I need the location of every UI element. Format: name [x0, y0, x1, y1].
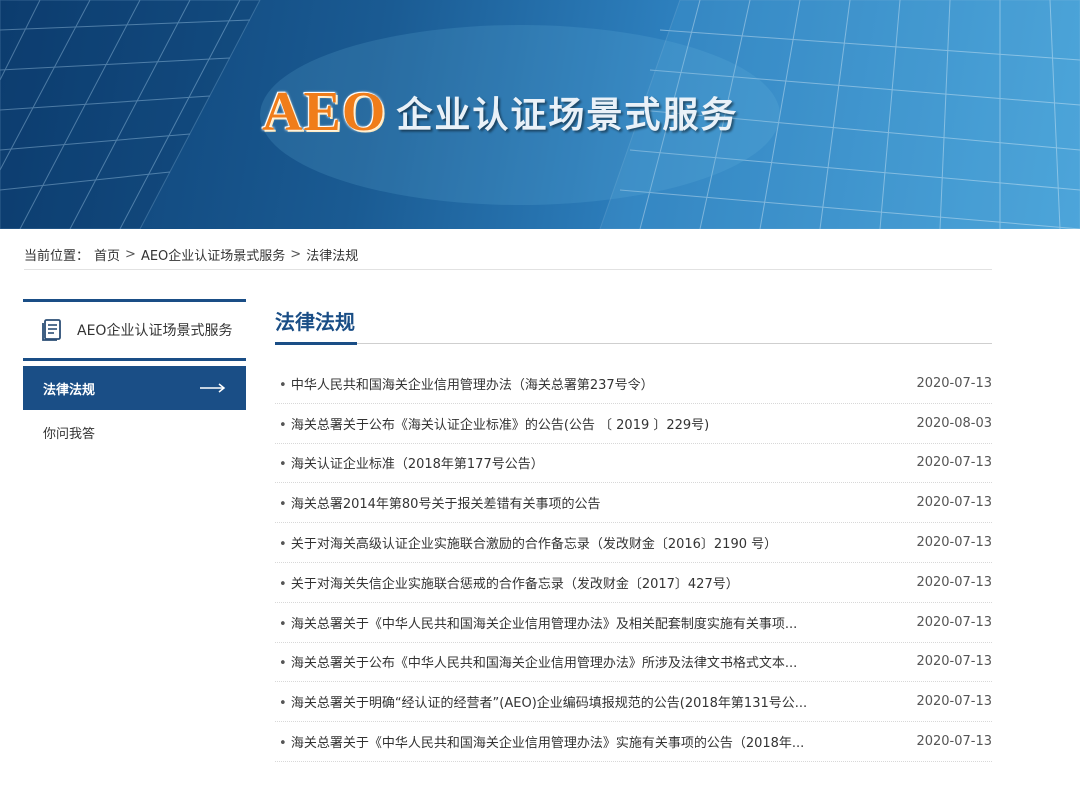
list-item-title[interactable]: 海关总署关于公布《中华人民共和国海关企业信用管理办法》所涉及法律文书格式文本..… — [275, 652, 797, 671]
list-item-date: 2020-07-13 — [916, 694, 992, 710]
sidebar-item-label: 你问我答 — [43, 426, 96, 442]
list-item-title[interactable]: 关于对海关高级认证企业实施联合激励的合作备忘录（发改财金〔2016〕2190 号… — [275, 533, 777, 552]
article-list: 中华人民共和国海关企业信用管理办法（海关总署第237号令） 2020-07-13… — [275, 364, 992, 762]
list-item-date: 2020-07-13 — [916, 455, 992, 471]
sidebar-item-laws[interactable]: 法律法规 — [23, 366, 246, 410]
list-item[interactable]: 海关总署关于公布《海关认证企业标准》的公告(公告 〔 2019 〕229号) 2… — [275, 404, 992, 444]
breadcrumb-prefix: 当前位置： — [24, 249, 90, 264]
list-item[interactable]: 关于对海关失信企业实施联合惩戒的合作备忘录（发改财金〔2017〕427号） 20… — [275, 563, 992, 603]
breadcrumb-current[interactable]: 法律法规 — [306, 245, 358, 264]
sidebar-title: AEO企业认证场景式服务 — [77, 323, 233, 339]
list-item-date: 2020-07-13 — [916, 535, 992, 551]
list-item-date: 2020-07-13 — [916, 734, 992, 750]
list-item-title[interactable]: 关于对海关失信企业实施联合惩戒的合作备忘录（发改财金〔2017〕427号） — [275, 573, 739, 592]
list-item-date: 2020-07-13 — [916, 654, 992, 670]
arrow-right-icon — [200, 383, 226, 393]
breadcrumb-home-link[interactable]: 首页 — [94, 245, 120, 264]
breadcrumb: 当前位置： 首页 > AEO企业认证场景式服务 > 法律法规 — [24, 240, 992, 270]
list-item-date: 2020-07-13 — [916, 614, 992, 630]
breadcrumb-separator: > — [290, 247, 302, 262]
banner-brand-logo: AEO — [262, 81, 387, 143]
list-item[interactable]: 海关总署关于《中华人民共和国海关企业信用管理办法》实施有关事项的公告（2018年… — [275, 722, 992, 762]
list-item[interactable]: 中华人民共和国海关企业信用管理办法（海关总署第237号令） 2020-07-13 — [275, 364, 992, 404]
list-item[interactable]: 海关总署关于《中华人民共和国海关企业信用管理办法》及相关配套制度实施有关事项..… — [275, 603, 992, 643]
list-item-date: 2020-07-13 — [916, 375, 992, 391]
banner-title: AEO 企业认证场景式服务 — [262, 80, 738, 144]
page-title: 法律法规 — [275, 300, 357, 345]
list-item-title[interactable]: 海关认证企业标准（2018年第177号公告） — [275, 453, 544, 472]
list-item-title[interactable]: 中华人民共和国海关企业信用管理办法（海关总署第237号令） — [275, 374, 654, 393]
list-item-date: 2020-07-13 — [916, 495, 992, 511]
list-item-title[interactable]: 海关总署关于明确“经认证的经营者”(AEO)企业编码填报规范的公告(2018年第… — [275, 692, 807, 711]
list-item-date: 2020-08-03 — [916, 415, 992, 431]
list-item-date: 2020-07-13 — [916, 574, 992, 590]
sidebar-header: AEO企业认证场景式服务 — [23, 299, 246, 361]
sidebar: AEO企业认证场景式服务 法律法规 你问我答 — [23, 299, 246, 454]
list-item-title[interactable]: 海关总署2014年第80号关于报关差错有关事项的公告 — [275, 493, 601, 512]
list-item-title[interactable]: 海关总署关于《中华人民共和国海关企业信用管理办法》及相关配套制度实施有关事项..… — [275, 613, 797, 632]
main-content: 法律法规 中华人民共和国海关企业信用管理办法（海关总署第237号令） 2020-… — [275, 300, 992, 762]
sidebar-item-faq[interactable]: 你问我答 — [23, 410, 246, 454]
breadcrumb-aeo-link[interactable]: AEO企业认证场景式服务 — [141, 245, 285, 264]
list-item[interactable]: 海关总署2014年第80号关于报关差错有关事项的公告 2020-07-13 — [275, 483, 992, 524]
list-item[interactable]: 关于对海关高级认证企业实施联合激励的合作备忘录（发改财金〔2016〕2190 号… — [275, 523, 992, 563]
header-banner: AEO 企业认证场景式服务 — [0, 0, 1080, 229]
list-item[interactable]: 海关总署关于明确“经认证的经营者”(AEO)企业编码填报规范的公告(2018年第… — [275, 682, 992, 723]
list-item[interactable]: 海关总署关于公布《中华人民共和国海关企业信用管理办法》所涉及法律文书格式文本..… — [275, 643, 992, 683]
list-item-title[interactable]: 海关总署关于公布《海关认证企业标准》的公告(公告 〔 2019 〕229号) — [275, 414, 709, 433]
banner-heading: 企业认证场景式服务 — [396, 95, 739, 136]
list-item[interactable]: 海关认证企业标准（2018年第177号公告） 2020-07-13 — [275, 444, 992, 484]
section-header: 法律法规 — [275, 300, 992, 345]
list-item-title[interactable]: 海关总署关于《中华人民共和国海关企业信用管理办法》实施有关事项的公告（2018年… — [275, 732, 804, 751]
breadcrumb-separator: > — [125, 247, 136, 262]
document-icon — [42, 319, 61, 341]
sidebar-item-label: 法律法规 — [43, 382, 96, 398]
